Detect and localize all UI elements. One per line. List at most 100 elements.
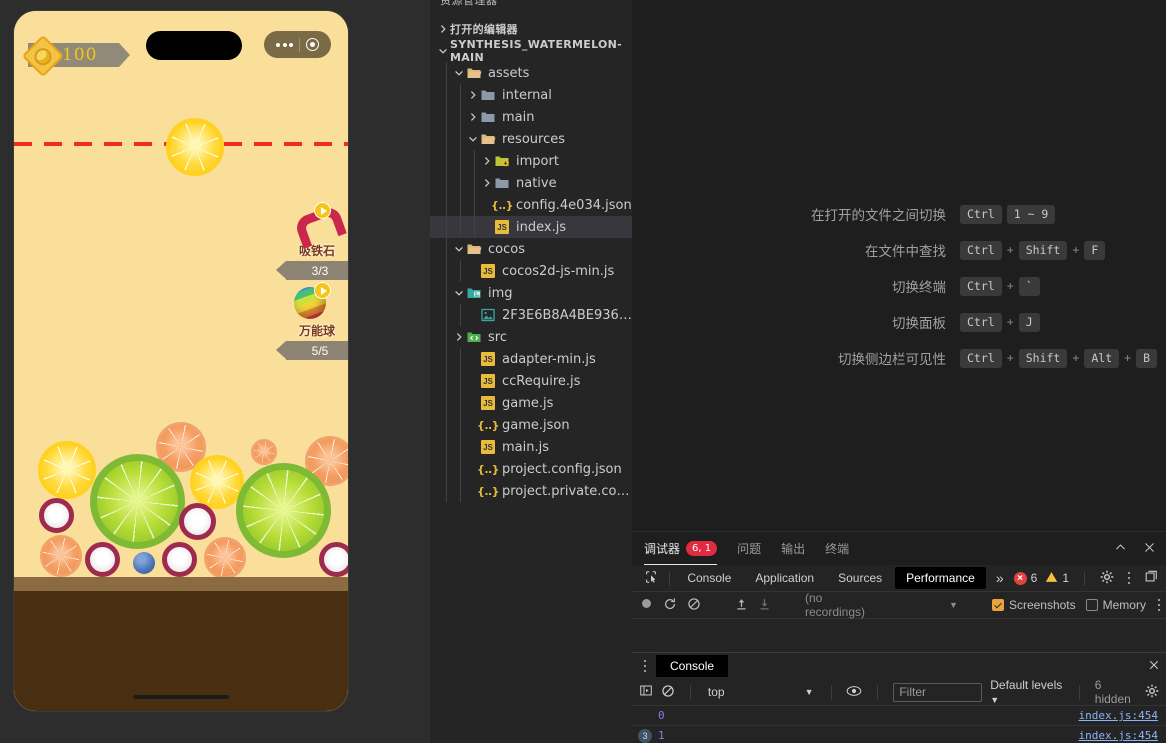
explorer-sidebar[interactable]: 资源管理器 打开的编辑器SYNTHESIS_WATERMELON-MAINass… xyxy=(430,0,632,743)
kebab-menu-icon[interactable] xyxy=(638,660,652,673)
sidebar-toggle-icon[interactable] xyxy=(639,684,653,700)
devtools-tab-bar[interactable]: ConsoleApplicationSourcesPerformance » ×… xyxy=(632,565,1166,592)
record-circle-icon[interactable] xyxy=(640,597,653,613)
reload-icon[interactable] xyxy=(663,597,677,614)
tree-item-main[interactable]: main xyxy=(430,106,632,128)
live-expression-icon[interactable] xyxy=(846,685,862,700)
warning-count[interactable]: 1 xyxy=(1045,571,1069,586)
memory-checkbox[interactable]: Memory xyxy=(1086,598,1146,612)
drawer-tab-bar[interactable]: Console xyxy=(632,653,1166,679)
log-levels-select[interactable]: Default levels ▼ xyxy=(990,678,1064,706)
tree-item-main-js[interactable]: JSmain.js xyxy=(430,436,632,458)
devtools-tab-application[interactable]: Application xyxy=(744,567,825,589)
powerup-magnet[interactable]: 吸铁石 3/3 xyxy=(286,207,348,280)
magnet-icon[interactable] xyxy=(294,207,328,241)
error-count[interactable]: × 6 xyxy=(1014,571,1038,585)
recordings-caret-icon[interactable]: ▼ xyxy=(949,600,958,610)
phone-simulator[interactable]: 100 吸铁石 3/3 万能球 5/5 xyxy=(14,11,348,711)
recordings-select[interactable]: (no recordings) xyxy=(805,591,865,619)
panel-tab-1[interactable]: 问题 xyxy=(737,532,761,565)
miniprogram-capsule[interactable] xyxy=(264,31,331,58)
dock-panel-icon[interactable] xyxy=(1144,570,1158,587)
chevron-up-icon[interactable] xyxy=(1114,541,1127,557)
gear-icon[interactable] xyxy=(1145,684,1159,701)
tree-item-config-4e034-json[interactable]: {..}config.4e034.json xyxy=(430,194,632,216)
devtools-tab-sources[interactable]: Sources xyxy=(827,567,893,589)
more-dots-icon[interactable] xyxy=(276,43,293,47)
close-icon[interactable] xyxy=(1143,541,1156,557)
tab-console[interactable]: Console xyxy=(656,655,728,677)
tree-item-project-config-json[interactable]: {..}project.config.json xyxy=(430,458,632,480)
target-circle-icon[interactable] xyxy=(306,38,319,51)
chevron-right-icon[interactable] xyxy=(466,112,480,122)
panel-tab-3[interactable]: 终端 xyxy=(825,532,849,565)
chevron-right-icon[interactable] xyxy=(436,22,450,36)
folder-icon xyxy=(480,87,496,103)
console-message-row[interactable]: 0index.js:454 xyxy=(632,706,1166,726)
tree-item-img[interactable]: img xyxy=(430,282,632,304)
tree-item-cocos[interactable]: cocos xyxy=(430,238,632,260)
more-tabs-button[interactable]: » xyxy=(986,570,1014,586)
tree-item-game-js[interactable]: JSgame.js xyxy=(430,392,632,414)
tree-item-adapter-min-js[interactable]: JSadapter-min.js xyxy=(430,348,632,370)
js-icon: JS xyxy=(480,351,496,367)
tree-item-import[interactable]: import xyxy=(430,150,632,172)
rainbow-ball-icon[interactable] xyxy=(294,287,328,321)
gear-icon[interactable] xyxy=(1100,570,1114,587)
tree-item-label: game.js xyxy=(502,396,553,411)
chevron-down-icon[interactable] xyxy=(452,288,466,298)
chevron-down-icon[interactable] xyxy=(452,68,466,78)
clear-icon[interactable] xyxy=(687,597,701,614)
kebab-menu-icon[interactable] xyxy=(1122,572,1136,585)
chevron-down-icon[interactable] xyxy=(436,44,450,58)
panel-tab-0[interactable]: 调试器6, 1 xyxy=(644,532,717,565)
tree-item-internal[interactable]: internal xyxy=(430,84,632,106)
tree-item-resources[interactable]: resources xyxy=(430,128,632,150)
filter-input[interactable]: Filter xyxy=(893,683,982,702)
section-header-1[interactable]: SYNTHESIS_WATERMELON-MAIN xyxy=(430,40,632,62)
tree-item-project-private-config-js-[interactable]: {..}project.private.config.js… xyxy=(430,480,632,502)
console-drawer[interactable]: Console top ▼ xyxy=(632,652,1166,743)
tree-item-assets[interactable]: assets xyxy=(430,62,632,84)
performance-toolbar[interactable]: (no recordings) ▼ Screenshots Memory xyxy=(632,592,1166,619)
chevron-right-icon[interactable] xyxy=(466,90,480,100)
panel-tab-bar[interactable]: 调试器6, 1 问题输出终端 xyxy=(632,532,1166,565)
tree-item-native[interactable]: native xyxy=(430,172,632,194)
panel-tab-2[interactable]: 输出 xyxy=(781,532,805,565)
close-icon[interactable] xyxy=(1148,659,1160,674)
devtools-tab-console[interactable]: Console xyxy=(676,567,742,589)
section-header-0[interactable]: 打开的编辑器 xyxy=(430,18,632,40)
tree-item-src[interactable]: src xyxy=(430,326,632,348)
tree-item-ccrequire-js[interactable]: JSccRequire.js xyxy=(430,370,632,392)
chevron-right-icon[interactable] xyxy=(480,156,494,166)
key-separator: + xyxy=(1072,243,1079,257)
console-message-source[interactable]: index.js:454 xyxy=(1079,709,1158,722)
clear-console-icon[interactable] xyxy=(661,684,675,701)
tree-item-game-json[interactable]: {..}game.json xyxy=(430,414,632,436)
console-messages[interactable]: 0index.js:45431index.js:454 xyxy=(632,706,1166,743)
console-toolbar[interactable]: top ▼ Filter Default levels ▼ 6 hidden xyxy=(632,679,1166,706)
devtools-status[interactable]: × 6 1 xyxy=(1014,570,1158,587)
download-icon[interactable] xyxy=(758,597,771,614)
chevron-right-icon[interactable] xyxy=(480,178,494,188)
tree-item-cocos2d-js-min-js[interactable]: JScocos2d-js-min.js xyxy=(430,260,632,282)
powerup-universal-ball[interactable]: 万能球 5/5 xyxy=(286,287,348,360)
chevron-down-icon[interactable] xyxy=(452,244,466,254)
console-message-row[interactable]: 31index.js:454 xyxy=(632,726,1166,743)
bottom-panel[interactable]: 调试器6, 1问题输出终端 ConsoleApplicationSourcesP… xyxy=(632,531,1166,743)
chevron-down-icon[interactable] xyxy=(466,134,480,144)
context-select[interactable]: top ▼ xyxy=(706,683,816,702)
devtools[interactable]: ConsoleApplicationSourcesPerformance » ×… xyxy=(632,565,1166,743)
tree-item-2f3e6b8a4be936870-[interactable]: 2F3E6B8A4BE936870… xyxy=(430,304,632,326)
devtools-tabs[interactable]: ConsoleApplicationSourcesPerformance xyxy=(676,567,985,589)
panel-actions[interactable] xyxy=(1114,532,1156,565)
chevron-right-icon[interactable] xyxy=(452,332,466,342)
console-message-source[interactable]: index.js:454 xyxy=(1079,729,1158,742)
devtools-tab-performance[interactable]: Performance xyxy=(895,567,986,589)
tree-item-index-js[interactable]: JSindex.js xyxy=(430,216,632,238)
kebab-menu-icon[interactable] xyxy=(1158,599,1161,612)
inspect-cursor-icon[interactable] xyxy=(640,570,662,587)
fruit-lime xyxy=(90,454,185,549)
upload-icon[interactable] xyxy=(735,597,748,614)
screenshots-checkbox[interactable]: Screenshots xyxy=(992,598,1076,612)
